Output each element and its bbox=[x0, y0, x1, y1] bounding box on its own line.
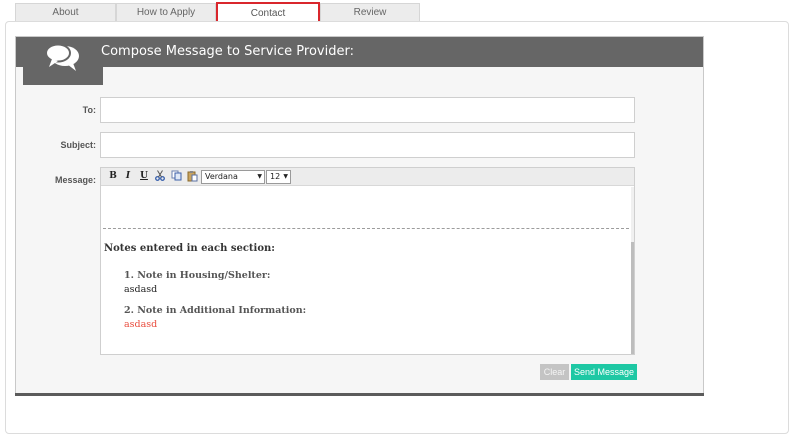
chevron-down-icon: ▼ bbox=[257, 173, 262, 180]
scrollbar-thumb[interactable] bbox=[631, 242, 634, 354]
tab-review[interactable]: Review bbox=[320, 3, 420, 21]
underline-button[interactable]: U bbox=[137, 170, 151, 183]
size-select-value: 12 bbox=[270, 172, 281, 181]
copy-icon[interactable] bbox=[169, 170, 183, 183]
editor-content[interactable]: Notes entered in each section: 1. Note i… bbox=[101, 187, 634, 354]
send-message-button[interactable]: Send Message bbox=[571, 364, 637, 380]
chevron-down-icon: ▼ bbox=[283, 173, 288, 180]
bold-button[interactable]: B bbox=[106, 170, 120, 183]
font-select[interactable]: Verdana ▼ bbox=[201, 170, 265, 184]
notes-heading: Notes entered in each section: bbox=[104, 243, 275, 254]
panel-bottom-bar bbox=[15, 393, 704, 396]
tab-contact[interactable]: Contact bbox=[216, 2, 320, 23]
to-label: To: bbox=[82, 105, 96, 115]
note-title: 2. Note in Additional Information: bbox=[124, 305, 307, 316]
note-body: asdasd bbox=[124, 319, 158, 330]
subject-label: Subject: bbox=[60, 140, 96, 150]
italic-button[interactable]: I bbox=[121, 170, 135, 183]
subject-field[interactable] bbox=[100, 132, 635, 158]
font-select-value: Verdana bbox=[205, 172, 238, 181]
editor-toolbar: B I U Verdana ▼ 12 ▼ bbox=[101, 168, 634, 186]
tab-about[interactable]: About bbox=[15, 3, 116, 21]
editor-scrollbar[interactable] bbox=[631, 187, 634, 354]
clear-button[interactable]: Clear bbox=[540, 364, 569, 380]
compose-panel: Compose Message to Service Provider: To:… bbox=[15, 36, 704, 396]
tab-how-to-apply[interactable]: How to Apply bbox=[116, 3, 216, 21]
paste-icon[interactable] bbox=[185, 170, 199, 183]
cut-icon[interactable] bbox=[153, 170, 167, 183]
note-body: asdasd bbox=[124, 284, 158, 295]
size-select[interactable]: 12 ▼ bbox=[266, 170, 291, 184]
separator bbox=[103, 228, 629, 229]
message-label: Message: bbox=[54, 175, 96, 185]
compose-title: Compose Message to Service Provider: bbox=[101, 44, 354, 59]
speech-bubbles-icon bbox=[23, 37, 103, 85]
to-field[interactable] bbox=[100, 97, 635, 123]
note-title: 1. Note in Housing/Shelter: bbox=[124, 270, 271, 281]
message-editor[interactable]: B I U Verdana ▼ 12 ▼ Notes entered in ea… bbox=[100, 167, 635, 355]
